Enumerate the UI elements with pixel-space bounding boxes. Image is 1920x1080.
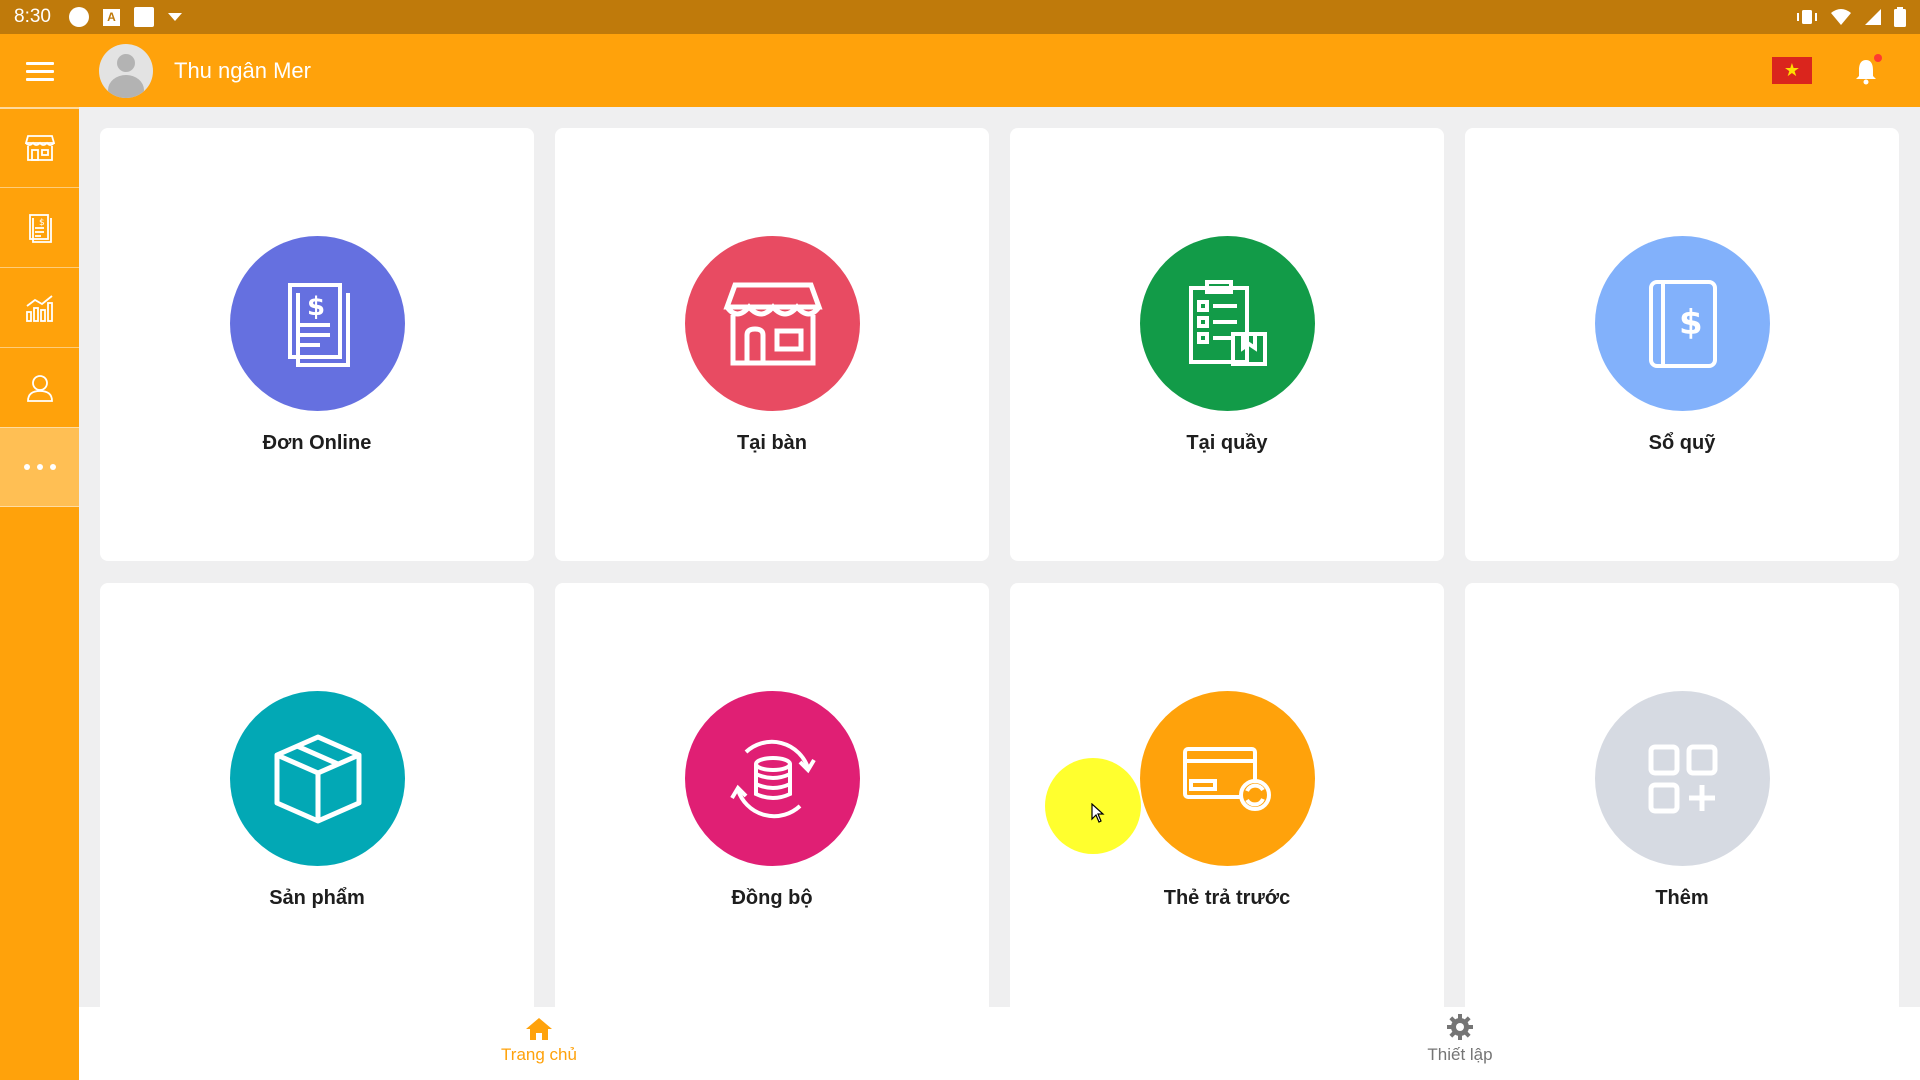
- tile-icon-circle: $: [1595, 236, 1770, 411]
- tile-don-online[interactable]: $ Đơn Online: [100, 128, 534, 561]
- storefront-icon: [722, 282, 823, 365]
- tile-them[interactable]: Thêm: [1465, 583, 1899, 1007]
- sidebar-item-store[interactable]: [0, 107, 79, 187]
- box-icon: [274, 734, 361, 823]
- tile-icon-circle: [1140, 236, 1315, 411]
- tile-label: Đồng bộ: [731, 887, 813, 909]
- avatar[interactable]: [99, 43, 153, 98]
- invoice-dollar-icon: $: [287, 282, 350, 367]
- app-bar: Thu ngân Mer ★: [0, 34, 1920, 107]
- sidebar: $: [0, 107, 79, 1080]
- hamburger-icon: [25, 61, 54, 81]
- tile-icon-circle: [1595, 691, 1770, 866]
- svg-text:$: $: [307, 292, 325, 322]
- add-apps-icon: [1648, 744, 1717, 813]
- bottom-nav: Trang chủ Thiết lập: [79, 1007, 1920, 1080]
- sidebar-item-more[interactable]: [0, 427, 79, 507]
- cashbook-icon: $: [1648, 279, 1717, 368]
- gear-icon: [1447, 1014, 1473, 1040]
- status-time: 8:30: [14, 6, 51, 27]
- tile-tai-ban[interactable]: Tại bàn: [555, 128, 989, 561]
- home-icon: [526, 1018, 552, 1040]
- vibrate-icon: [1797, 10, 1817, 24]
- tile-label: Thêm: [1655, 887, 1709, 909]
- svg-text:$: $: [39, 218, 45, 228]
- tile-icon-circle: [685, 236, 860, 411]
- nav-settings-label: Thiết lập: [1427, 1045, 1493, 1064]
- notification-badge: [1874, 54, 1882, 62]
- tile-label: Sổ quỹ: [1648, 432, 1716, 454]
- nav-home[interactable]: Trang chủ: [459, 1007, 619, 1080]
- tile-label: Sản phẩm: [269, 887, 365, 909]
- tile-label: Tại bàn: [736, 432, 807, 454]
- tile-san-pham[interactable]: Sản phẩm: [100, 583, 534, 1007]
- tile-icon-circle: $: [230, 236, 405, 411]
- sync-database-icon: [729, 739, 816, 818]
- tile-so-quy[interactable]: $ Sổ quỹ: [1465, 128, 1899, 561]
- status-bar: 8:30 A: [0, 0, 1920, 34]
- notification-dropdown-icon: [167, 13, 182, 21]
- sidebar-item-receipt[interactable]: $: [0, 187, 79, 267]
- user-name: Thu ngân Mer: [174, 57, 311, 83]
- wifi-icon: [1831, 9, 1851, 25]
- person-icon: [26, 374, 53, 402]
- sidebar-item-reports[interactable]: [0, 267, 79, 347]
- receipt-icon: $: [28, 213, 52, 243]
- nav-settings[interactable]: Thiết lập: [1380, 1007, 1540, 1080]
- store-icon: [24, 135, 55, 161]
- mouse-cursor-icon: [1091, 803, 1105, 823]
- notification-bell-button[interactable]: [1854, 54, 1882, 86]
- tile-label: Thẻ trả trước: [1163, 887, 1291, 909]
- clipboard-list-icon: [1188, 279, 1267, 366]
- svg-text:$: $: [1679, 303, 1703, 343]
- notification-square-icon: [133, 7, 154, 27]
- signal-icon: [1865, 9, 1881, 25]
- nav-home-label: Trang chủ: [501, 1045, 577, 1064]
- tile-label: Tại quầy: [1186, 432, 1268, 454]
- notification-app-icon: A: [102, 8, 120, 26]
- notification-circle-icon: [68, 7, 89, 27]
- report-chart-icon: [25, 294, 53, 322]
- vietnam-flag-icon[interactable]: ★: [1772, 57, 1812, 84]
- tile-icon-circle: [1140, 691, 1315, 866]
- tile-label: Đơn Online: [262, 432, 372, 454]
- tile-icon-circle: [685, 691, 860, 866]
- tile-tai-quay[interactable]: Tại quầy: [1010, 128, 1444, 561]
- sidebar-item-account[interactable]: [0, 347, 79, 427]
- battery-icon: [1894, 7, 1906, 27]
- prepaid-card-icon: [1182, 746, 1271, 811]
- tile-icon-circle: [230, 691, 405, 866]
- menu-button[interactable]: [0, 34, 79, 107]
- tile-dong-bo[interactable]: Đồng bộ: [555, 583, 989, 1007]
- more-dots-icon: [23, 464, 56, 470]
- bell-icon: [1856, 60, 1876, 85]
